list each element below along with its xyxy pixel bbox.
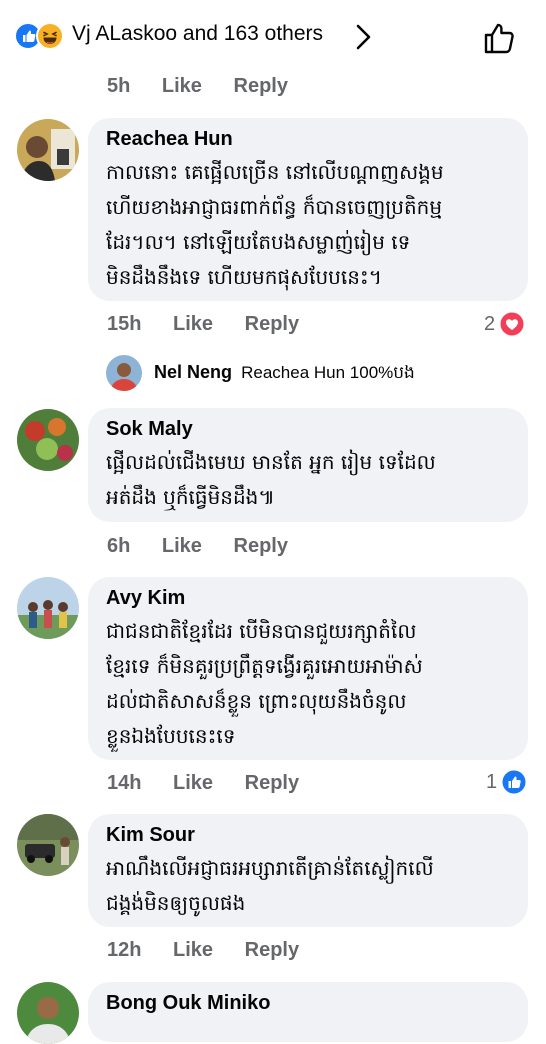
comment-author[interactable]: Sok Maly — [106, 418, 510, 441]
avatar[interactable] — [17, 982, 79, 1044]
comment-author[interactable]: Bong Ouk Miniko — [106, 992, 510, 1015]
avatar[interactable] — [17, 409, 79, 471]
comment-text: អាណឹងលើអជ្ញាធរអប្សារាតើគ្រាន់តែស្លៀកលើ ជ… — [106, 856, 434, 915]
avatar[interactable] — [106, 355, 142, 391]
reply-button[interactable]: Reply — [234, 75, 288, 97]
comment-actions: 6h Like Reply — [107, 535, 288, 558]
reactions-bar[interactable]: Vj ALaskoo and 163 others — [0, 0, 546, 72]
comment-actions: 14h Like Reply — [107, 772, 299, 795]
reply-button[interactable]: Reply — [245, 313, 299, 335]
comment-actions: 12h Like Reply — [107, 939, 299, 962]
comment-author[interactable]: Avy Kim — [106, 587, 510, 610]
like-button[interactable]: Like — [162, 535, 202, 557]
comment-time: 6h — [107, 535, 131, 557]
thumbs-up-outline-icon[interactable] — [480, 18, 520, 58]
reaction-icons — [14, 20, 70, 52]
comment-bubble[interactable]: Sok Maly ផ្អើលដល់ជើងមេឃ មានតែ អ្នក រៀម ទ… — [88, 408, 528, 522]
comment-text: កាលនោះ គេផ្អើលច្រើន នៅលើបណ្ដាញសង្គម ហើយខ… — [106, 160, 444, 289]
reply-snippet: Reachea Hun 100%បង — [241, 363, 415, 382]
like-button[interactable]: Like — [162, 75, 202, 97]
comment-bubble[interactable]: Avy Kim ជាជនជាតិខ្មែរដែរ បើមិនបានជួយរក្ស… — [88, 577, 528, 760]
comment-time: 12h — [107, 939, 142, 961]
reply-button[interactable]: Reply — [234, 535, 288, 557]
comment-author[interactable]: Reachea Hun — [106, 128, 510, 151]
comment-actions: 15h Like Reply — [107, 313, 299, 336]
haha-icon — [36, 22, 64, 50]
comment-text: ជាជនជាតិខ្មែរដែរ បើមិនបានជួយរក្សាតំលៃ ខ្… — [106, 619, 423, 748]
prev-comment-actions: 5h Like Reply — [107, 75, 288, 98]
avatar[interactable] — [17, 577, 79, 639]
like-button[interactable]: Like — [173, 313, 213, 335]
reply-preview[interactable]: Nel Neng Reachea Hun 100%បង — [154, 362, 415, 387]
like-button[interactable]: Like — [173, 939, 213, 961]
reactions-summary[interactable]: Vj ALaskoo and 163 others — [72, 22, 323, 46]
comment-author[interactable]: Kim Sour — [106, 824, 510, 847]
chevron-right-icon[interactable] — [350, 22, 376, 52]
reaction-count[interactable]: 2 — [484, 310, 525, 338]
reaction-count[interactable]: 1 — [486, 768, 527, 796]
comment-time: 5h — [107, 75, 131, 97]
comment-text: ផ្អើលដល់ជើងមេឃ មានតែ អ្នក រៀម ទេដែល អត់ដ… — [106, 450, 436, 509]
avatar[interactable] — [17, 814, 79, 876]
comment-time: 14h — [107, 772, 142, 794]
like-button[interactable]: Like — [173, 772, 213, 794]
love-icon — [499, 311, 525, 337]
comment-bubble[interactable]: Kim Sour អាណឹងលើអជ្ញាធរអប្សារាតើគ្រាន់តែ… — [88, 814, 528, 927]
avatar[interactable] — [17, 119, 79, 181]
comment-bubble[interactable]: Reachea Hun កាលនោះ គេផ្អើលច្រើន នៅលើបណ្ដ… — [88, 118, 528, 301]
comment-time: 15h — [107, 313, 142, 335]
reply-button[interactable]: Reply — [245, 772, 299, 794]
comment-bubble[interactable]: Bong Ouk Miniko — [88, 982, 528, 1042]
reply-button[interactable]: Reply — [245, 939, 299, 961]
like-icon — [501, 769, 527, 795]
reply-author[interactable]: Nel Neng — [154, 362, 232, 382]
